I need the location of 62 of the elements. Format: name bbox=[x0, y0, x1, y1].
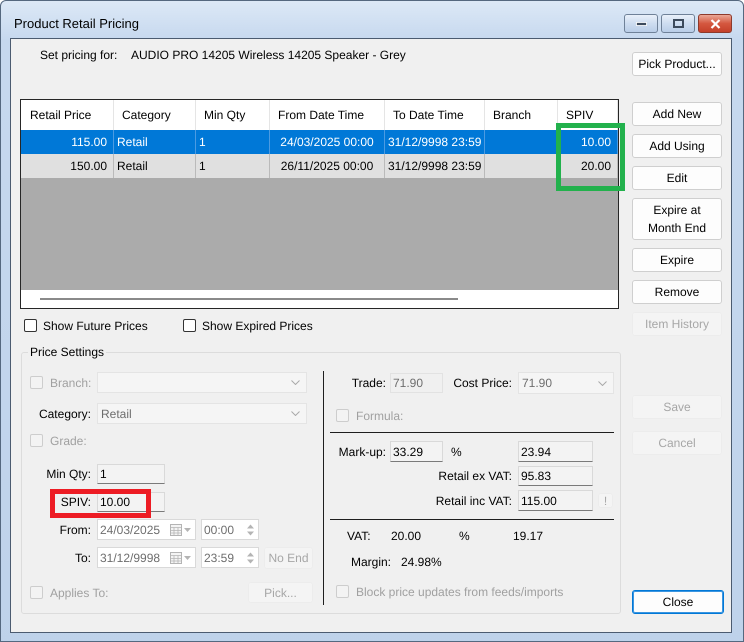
text-field[interactable]: 23.94 bbox=[518, 441, 593, 462]
field-label: Min Qty: bbox=[46, 467, 91, 481]
checkbox[interactable] bbox=[183, 319, 196, 332]
field-label: Category: bbox=[38, 406, 91, 420]
text-field[interactable]: 33.29 bbox=[390, 441, 443, 462]
checkbox-label: Formula: bbox=[356, 408, 404, 422]
expire-button[interactable]: Expire bbox=[632, 248, 722, 272]
table-cell: 31/12/9998 23:59 bbox=[385, 154, 485, 178]
maximize-button[interactable] bbox=[661, 14, 695, 33]
window-title: Product Retail Pricing bbox=[14, 16, 139, 32]
value-text: 20.00 bbox=[391, 529, 422, 543]
field-label: Trade: bbox=[352, 376, 386, 390]
group-box-title: Price Settings bbox=[29, 345, 106, 359]
table-cell: 26/11/2025 00:00 bbox=[270, 154, 385, 178]
add-new-button[interactable]: Add New bbox=[632, 102, 722, 126]
value-text: 19.17 bbox=[513, 529, 544, 543]
chevron-down-icon bbox=[291, 380, 300, 385]
table-cell: 20.00 bbox=[558, 154, 618, 178]
unit-label: % bbox=[459, 529, 470, 543]
checkbox-label: Show Expired Prices bbox=[202, 318, 313, 332]
field-label: Mark-up: bbox=[338, 444, 386, 458]
text-field[interactable]: 95.83 bbox=[518, 466, 593, 486]
table-row[interactable]: 150.00 Retail 1 26/11/2025 00:00 31/12/9998 23:59 20.00 bbox=[21, 154, 618, 178]
text-field[interactable]: 1 bbox=[97, 464, 165, 484]
scrollbar-thumb[interactable] bbox=[40, 298, 458, 300]
field-label: Cost Price: bbox=[453, 376, 512, 390]
minimize-button[interactable] bbox=[624, 14, 658, 33]
checkbox-label: Block price updates from feeds/imports bbox=[356, 584, 564, 598]
checkbox-label: Applies To: bbox=[50, 586, 108, 600]
field-label: Retail inc VAT: bbox=[436, 494, 512, 508]
field-label: Margin: bbox=[351, 555, 392, 569]
add-using-button[interactable]: Add Using bbox=[632, 134, 722, 158]
field-label: From: bbox=[60, 522, 91, 536]
checkbox-label: Grade: bbox=[50, 434, 87, 448]
table-cell: Retail bbox=[114, 154, 196, 178]
table-cell: 150.00 bbox=[21, 154, 114, 178]
field-label: Set pricing for: bbox=[40, 48, 118, 62]
field-label: To: bbox=[74, 550, 91, 564]
table-row[interactable]: 115.00 Retail 1 24/03/2025 00:00 31/12/9998 23:59 10.00 bbox=[21, 130, 618, 154]
field-label: Retail ex VAT: bbox=[438, 469, 512, 483]
close-icon bbox=[710, 18, 720, 28]
edit-button[interactable]: Edit bbox=[632, 166, 722, 190]
field-label: VAT: bbox=[347, 529, 371, 543]
horizontal-scrollbar[interactable] bbox=[21, 290, 618, 308]
minimize-icon bbox=[636, 22, 646, 26]
maximize-icon bbox=[672, 19, 684, 28]
window-close-button[interactable] bbox=[698, 14, 732, 33]
unit-label: % bbox=[451, 444, 462, 458]
expire-month-end-button[interactable]: Expire at Month End bbox=[632, 198, 722, 240]
close-button[interactable]: Close bbox=[632, 590, 724, 614]
table-cell: 1 bbox=[196, 154, 270, 178]
checkbox-label: Show Future Prices bbox=[43, 318, 148, 332]
chevron-down-icon bbox=[598, 380, 607, 386]
product-name: AUDIO PRO 14205 Wireless 14205 Speaker - Grey bbox=[131, 48, 406, 62]
checkbox-label: Branch: bbox=[50, 376, 92, 390]
value-text: 24.98% bbox=[401, 555, 442, 569]
chevron-down-icon bbox=[291, 411, 300, 416]
field-label: SPIV: bbox=[60, 495, 91, 509]
text-field[interactable]: 115.00 bbox=[518, 490, 593, 511]
checkbox[interactable] bbox=[24, 319, 37, 332]
remove-button[interactable]: Remove bbox=[632, 280, 722, 304]
pick-product-button[interactable]: Pick Product... bbox=[632, 52, 722, 76]
